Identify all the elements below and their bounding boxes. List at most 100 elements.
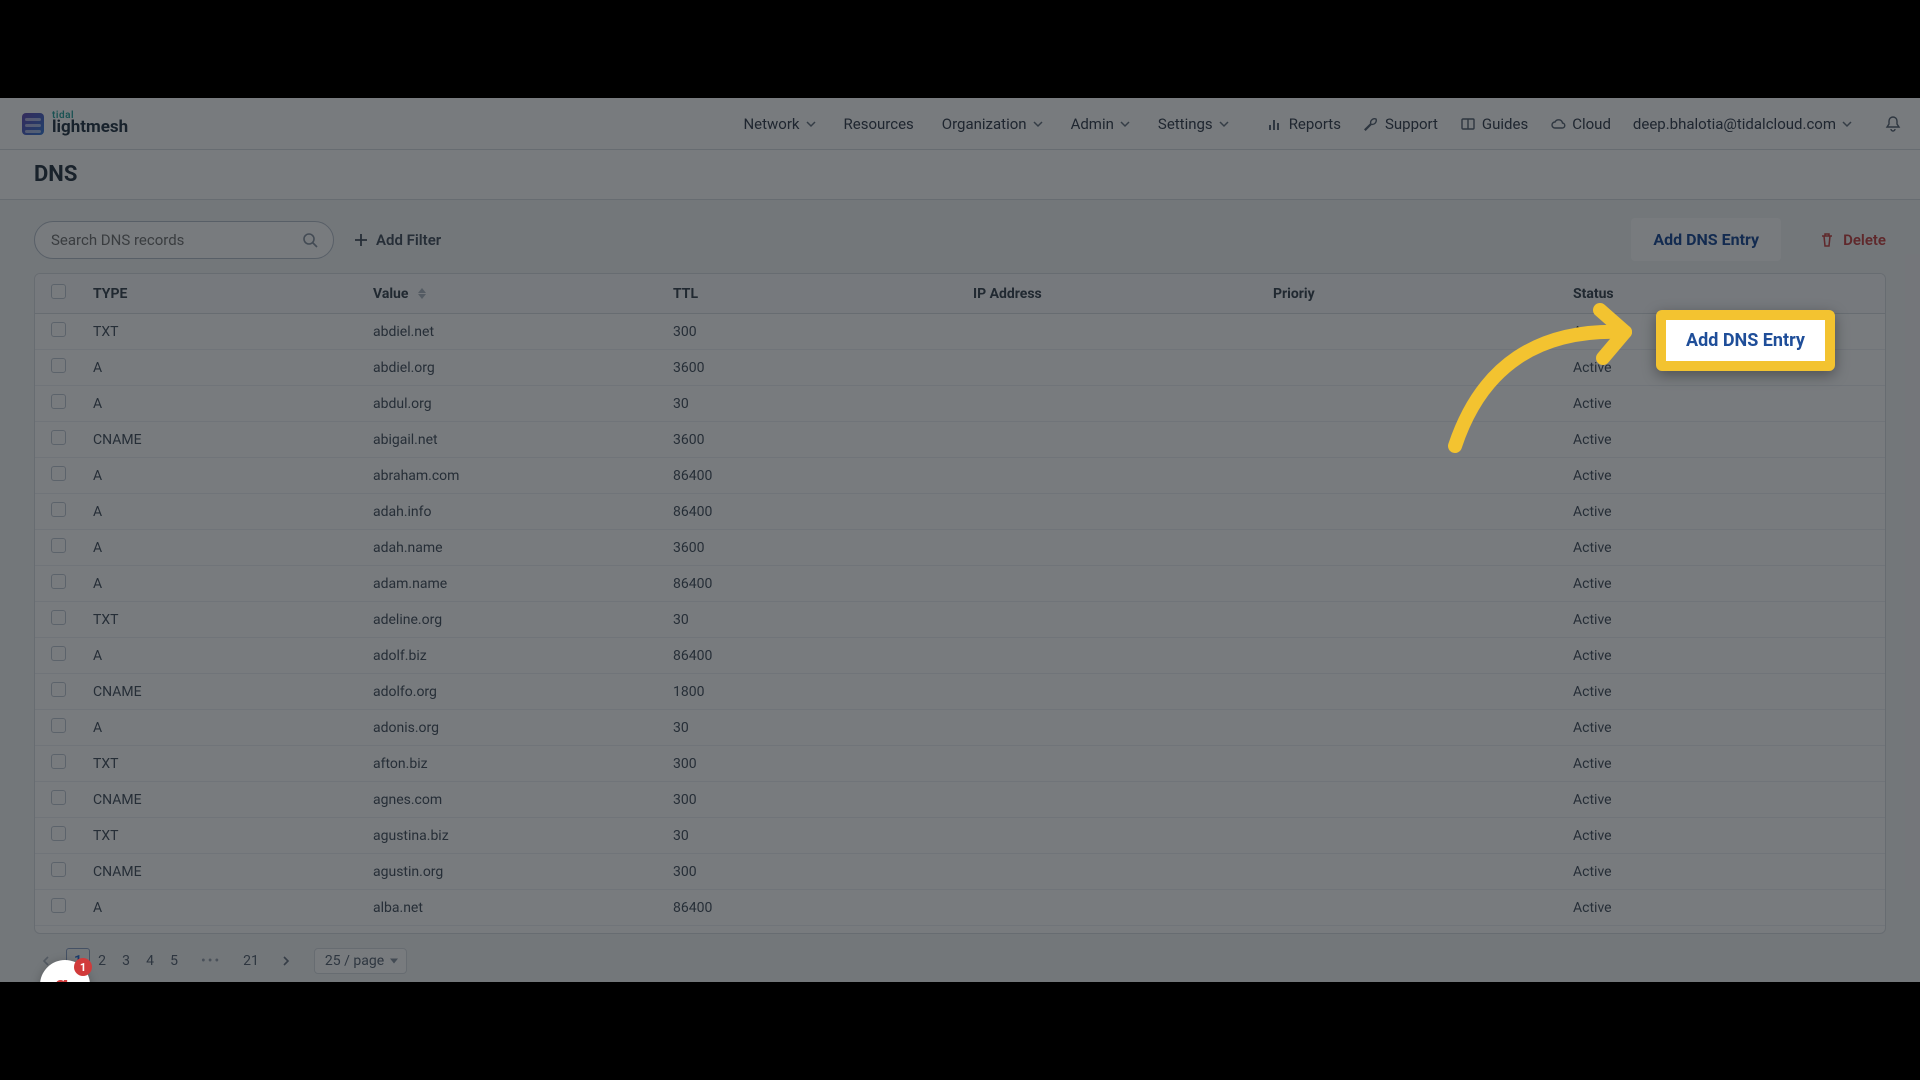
table-row[interactable]: CNAMEabigail.net3600Active xyxy=(35,422,1885,458)
column-status[interactable]: Status xyxy=(1561,274,1885,314)
nav-guides[interactable]: Guides xyxy=(1460,115,1528,133)
select-all-header[interactable] xyxy=(35,274,81,314)
checkbox-icon[interactable] xyxy=(51,430,66,445)
dns-table-head: TYPE Value TTL IP Address Prioriy Status xyxy=(35,274,1885,314)
checkbox-icon[interactable] xyxy=(51,358,66,373)
table-row[interactable]: Aadolf.biz86400Active xyxy=(35,638,1885,674)
table-row[interactable]: Aabraham.com86400Active xyxy=(35,458,1885,494)
checkbox-icon[interactable] xyxy=(51,466,66,481)
cell-ip xyxy=(961,818,1261,854)
row-checkbox-cell[interactable] xyxy=(35,818,81,854)
row-checkbox-cell[interactable] xyxy=(35,854,81,890)
row-checkbox-cell[interactable] xyxy=(35,314,81,350)
search-box[interactable] xyxy=(34,221,334,259)
page-number[interactable]: 4 xyxy=(138,948,162,974)
nav-network[interactable]: Network xyxy=(743,115,815,133)
checkbox-icon[interactable] xyxy=(51,898,66,913)
chevron-down-icon xyxy=(1120,119,1130,129)
cell-value: alba.net xyxy=(361,890,661,926)
checkbox-icon[interactable] xyxy=(51,862,66,877)
table-row[interactable]: CNAMEagnes.com300Active xyxy=(35,782,1885,818)
table-body-scroll[interactable]: TXTabdiel.net300ActiveAabdiel.org3600Act… xyxy=(35,314,1885,933)
checkbox-icon[interactable] xyxy=(51,754,66,769)
nav-user-menu[interactable]: deep.bhalotia@tidalcloud.com xyxy=(1633,115,1852,133)
table-row[interactable]: Aalba.net86400Active xyxy=(35,890,1885,926)
checkbox-icon[interactable] xyxy=(51,502,66,517)
spotlight-add-dns-entry[interactable]: Add DNS Entry xyxy=(1656,310,1835,371)
nav-organization[interactable]: Organization xyxy=(942,115,1043,133)
cell-priority xyxy=(1261,458,1561,494)
page-size-select[interactable]: 25 / page xyxy=(314,948,407,974)
search-input[interactable] xyxy=(49,230,301,250)
checkbox-icon[interactable] xyxy=(51,284,66,299)
table-row[interactable]: TXTafton.biz300Active xyxy=(35,746,1885,782)
add-dns-entry-button[interactable]: Add DNS Entry xyxy=(1631,218,1781,261)
cell-ip xyxy=(961,602,1261,638)
bell-icon[interactable] xyxy=(1884,115,1902,133)
checkbox-icon[interactable] xyxy=(51,538,66,553)
table-row[interactable]: TXTagustina.biz30Active xyxy=(35,818,1885,854)
checkbox-icon[interactable] xyxy=(51,826,66,841)
page-number[interactable]: 5 xyxy=(162,948,186,974)
row-checkbox-cell[interactable] xyxy=(35,422,81,458)
checkbox-icon[interactable] xyxy=(51,394,66,409)
row-checkbox-cell[interactable] xyxy=(35,566,81,602)
row-checkbox-cell[interactable] xyxy=(35,530,81,566)
column-ttl[interactable]: TTL xyxy=(661,274,961,314)
cell-ttl: 300 xyxy=(661,314,961,350)
row-checkbox-cell[interactable] xyxy=(35,890,81,926)
cell-status: Active xyxy=(1561,638,1885,674)
checkbox-icon[interactable] xyxy=(51,322,66,337)
table-row[interactable]: Aadah.name3600Active xyxy=(35,530,1885,566)
sort-icon[interactable] xyxy=(418,288,426,299)
add-filter-button[interactable]: Add Filter xyxy=(354,231,441,249)
checkbox-icon[interactable] xyxy=(51,646,66,661)
page-number[interactable]: 3 xyxy=(114,948,138,974)
row-checkbox-cell[interactable] xyxy=(35,638,81,674)
nav-admin[interactable]: Admin xyxy=(1071,115,1130,133)
row-checkbox-cell[interactable] xyxy=(35,602,81,638)
row-checkbox-cell[interactable] xyxy=(35,494,81,530)
table-row[interactable]: CNAMEagustin.org300Active xyxy=(35,854,1885,890)
table-row[interactable]: Aadam.name86400Active xyxy=(35,566,1885,602)
cell-type: TXT xyxy=(81,746,361,782)
table-row[interactable]: Aadonis.org30Active xyxy=(35,710,1885,746)
cell-priority xyxy=(1261,746,1561,782)
column-type[interactable]: TYPE xyxy=(81,274,361,314)
page-next[interactable] xyxy=(274,948,298,974)
page-title: DNS xyxy=(34,162,77,187)
table-row[interactable]: Aabdiel.org3600Active xyxy=(35,350,1885,386)
checkbox-icon[interactable] xyxy=(51,610,66,625)
table-row[interactable]: TXTabdiel.net300Active xyxy=(35,314,1885,350)
page-last[interactable]: 21 xyxy=(236,948,266,974)
page-number[interactable]: 2 xyxy=(90,948,114,974)
brand-logo[interactable]: tidal lightmesh xyxy=(22,111,128,136)
nav-reports[interactable]: Reports xyxy=(1267,115,1341,133)
row-checkbox-cell[interactable] xyxy=(35,782,81,818)
row-checkbox-cell[interactable] xyxy=(35,710,81,746)
table-row[interactable]: Aadah.info86400Active xyxy=(35,494,1885,530)
nav-resources[interactable]: Resources xyxy=(844,115,914,133)
nav-support[interactable]: Support xyxy=(1363,115,1438,133)
chevron-down-icon xyxy=(1842,119,1852,129)
cell-value: abdiel.net xyxy=(361,314,661,350)
column-value[interactable]: Value xyxy=(361,274,661,314)
checkbox-icon[interactable] xyxy=(51,682,66,697)
delete-button[interactable]: Delete xyxy=(1819,231,1886,249)
column-ip[interactable]: IP Address xyxy=(961,274,1261,314)
row-checkbox-cell[interactable] xyxy=(35,674,81,710)
table-row[interactable]: CNAMEadolfo.org1800Active xyxy=(35,674,1885,710)
row-checkbox-cell[interactable] xyxy=(35,458,81,494)
nav-settings[interactable]: Settings xyxy=(1158,115,1229,133)
nav-cloud[interactable]: Cloud xyxy=(1550,115,1611,133)
column-priority[interactable]: Prioriy xyxy=(1261,274,1561,314)
checkbox-icon[interactable] xyxy=(51,790,66,805)
cell-type: A xyxy=(81,350,361,386)
table-row[interactable]: TXTadeline.org30Active xyxy=(35,602,1885,638)
checkbox-icon[interactable] xyxy=(51,718,66,733)
row-checkbox-cell[interactable] xyxy=(35,350,81,386)
table-row[interactable]: Aabdul.org30Active xyxy=(35,386,1885,422)
row-checkbox-cell[interactable] xyxy=(35,386,81,422)
row-checkbox-cell[interactable] xyxy=(35,746,81,782)
checkbox-icon[interactable] xyxy=(51,574,66,589)
